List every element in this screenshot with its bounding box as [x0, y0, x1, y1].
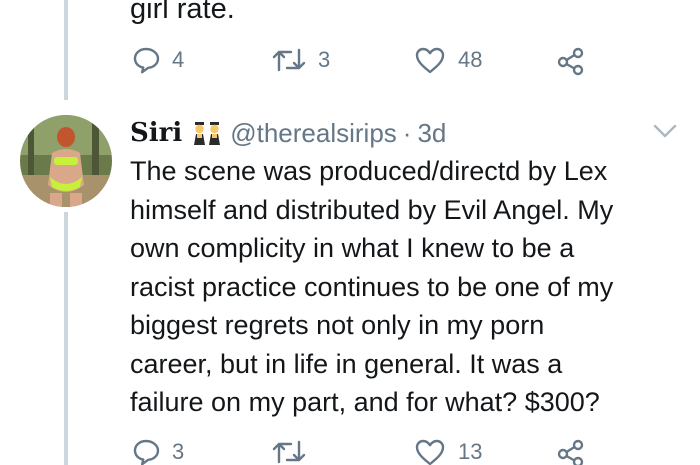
like-count: 48 [458, 47, 483, 72]
tweet-menu-button[interactable] [652, 122, 678, 145]
share-icon [557, 439, 584, 465]
avatar[interactable] [20, 115, 112, 207]
retweet-icon [272, 440, 306, 464]
user-handle[interactable]: @therealsirips [230, 118, 397, 149]
tweet-text: The scene was produced/directd by Lex hi… [130, 152, 690, 422]
tweet-line: own complicity in what I knew to be a [130, 233, 575, 263]
reply-button[interactable]: 4 [132, 46, 184, 74]
tweet-line: himself and distributed by Evil Angel. M… [130, 194, 614, 225]
tweet-timestamp[interactable]: 3d [417, 118, 446, 149]
previous-tweet-text: girl rate. [130, 0, 235, 25]
tweet-line: The scene was produced/directd by Lex [130, 156, 608, 186]
reply-icon [133, 47, 160, 74]
separator-dot: · [402, 117, 412, 148]
retweet-button[interactable]: 3 [272, 46, 330, 74]
like-button[interactable]: 48 [414, 46, 482, 74]
tweet-line: racist practice continues to be one of m… [130, 271, 614, 302]
reply-icon [133, 439, 160, 465]
retweet-button[interactable] [272, 438, 318, 465]
avatar-image [20, 115, 112, 207]
like-button[interactable]: 13 [414, 438, 482, 465]
tweet-header: Siri @therealsirips · 3d [130, 115, 446, 151]
reply-button[interactable]: 3 [132, 438, 184, 465]
retweet-count: 3 [318, 47, 331, 72]
thread-line [64, 212, 68, 465]
reply-count: 4 [172, 47, 185, 72]
like-icon [415, 439, 445, 465]
thread-line [64, 0, 68, 100]
display-name[interactable]: Siri [130, 118, 182, 148]
like-icon [415, 47, 445, 74]
retweet-icon [272, 48, 306, 72]
reply-count: 3 [172, 439, 185, 464]
tweet-line: career, but in life in general. It was a [130, 348, 563, 379]
share-button[interactable] [556, 46, 586, 76]
twins-emoji-icon [192, 120, 222, 146]
like-count: 13 [458, 439, 483, 464]
tweet-line: failure on my part, and for what? $300? [130, 387, 600, 417]
share-icon [557, 47, 584, 76]
caret-down-icon [653, 124, 677, 138]
tweet-line: biggest regrets not only in my porn [130, 310, 545, 340]
share-button[interactable] [556, 438, 586, 465]
